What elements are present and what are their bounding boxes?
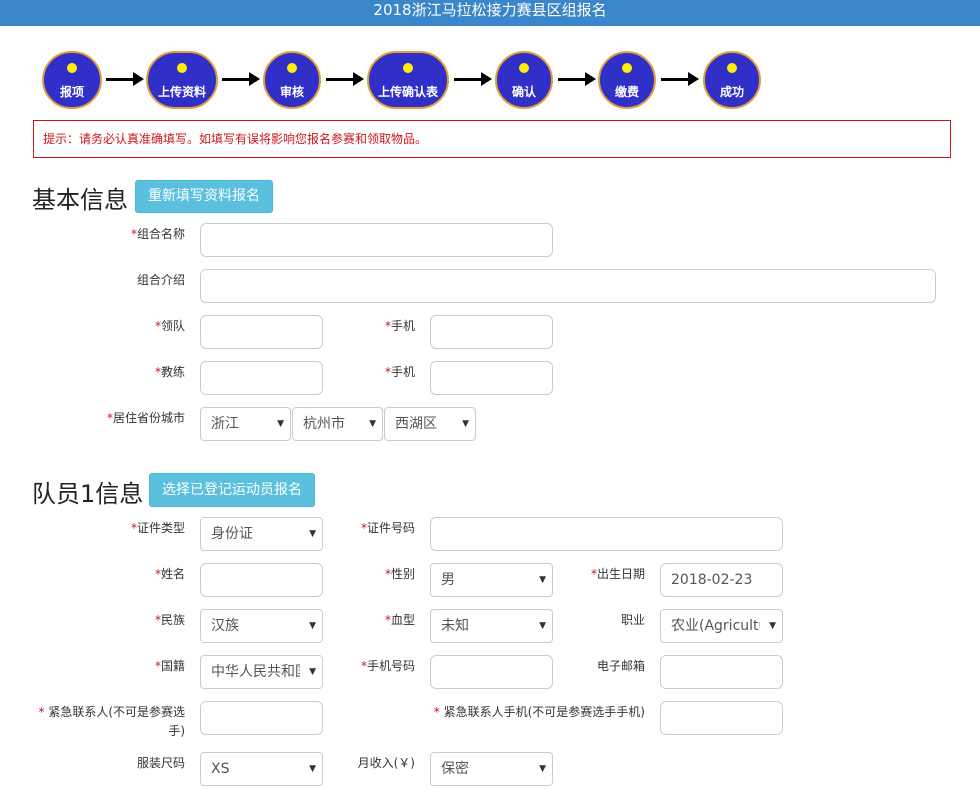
- mobile-input[interactable]: [430, 655, 553, 689]
- job-select[interactable]: 农业(Agriculture)▼: [660, 609, 783, 643]
- tip-box: 提示：请务必认真准确填写。如填写有误将影响您报名参赛和领取物品。: [33, 120, 951, 158]
- id-type-select[interactable]: 身份证 ▼: [200, 517, 323, 551]
- basic-info-title: 基本信息: [32, 186, 128, 214]
- page-title: 2018浙江马拉松接力赛县区组报名: [373, 1, 607, 19]
- step-dot-icon: [67, 63, 77, 73]
- province-select[interactable]: 浙江 ▼: [200, 407, 291, 441]
- member1-title: 队员1信息: [32, 480, 144, 508]
- ethnicity-select[interactable]: 汉族 ▼: [200, 609, 323, 643]
- coach-phone-label: *手机: [384, 365, 415, 379]
- leader-phone-label: *手机: [384, 319, 415, 333]
- mobile-label: *手机号码: [360, 659, 415, 673]
- arrow-right-icon: [326, 72, 364, 86]
- city-select[interactable]: 杭州市 ▼: [292, 407, 383, 441]
- income-select[interactable]: 保密 ▼: [430, 752, 553, 786]
- caret-down-icon: ▼: [369, 419, 376, 429]
- job-label: 职业: [620, 613, 645, 627]
- step-review: 审核: [263, 51, 321, 109]
- coach-phone-input[interactable]: [430, 361, 553, 395]
- leader-input[interactable]: [200, 315, 323, 349]
- emergency-phone-input[interactable]: [660, 701, 783, 735]
- step-confirm: 确认: [495, 51, 553, 109]
- residence-label: *居住省份城市: [106, 411, 185, 425]
- step-dot-icon: [622, 63, 632, 73]
- caret-down-icon: ▼: [309, 529, 316, 539]
- caret-down-icon: ▼: [309, 764, 316, 774]
- step-success: 成功: [703, 51, 761, 109]
- caret-down-icon: ▼: [462, 419, 469, 429]
- nationality-select[interactable]: 中华人民共和国 ▼: [200, 655, 323, 689]
- email-label: 电子邮箱: [596, 659, 645, 673]
- id-type-label: *证件类型: [130, 521, 185, 535]
- group-name-label: *组合名称: [130, 227, 185, 241]
- step-dot-icon: [287, 63, 297, 73]
- blood-select[interactable]: 未知 ▼: [430, 609, 553, 643]
- birth-label: *出生日期: [590, 567, 645, 581]
- leader-phone-input[interactable]: [430, 315, 553, 349]
- caret-down-icon: ▼: [769, 621, 776, 631]
- email-input[interactable]: [660, 655, 783, 689]
- coach-input[interactable]: [200, 361, 323, 395]
- step-dot-icon: [727, 63, 737, 73]
- size-select[interactable]: XS ▼: [200, 752, 323, 786]
- blood-label: *血型: [384, 613, 415, 627]
- select-athlete-button[interactable]: 选择已登记运动员报名: [149, 473, 315, 507]
- refill-button[interactable]: 重新填写资料报名: [135, 180, 273, 213]
- emergency-phone-label: * 紧急联系人手机(不可是参赛选手手机): [433, 705, 645, 719]
- caret-down-icon: ▼: [309, 667, 316, 677]
- caret-down-icon: ▼: [539, 764, 546, 774]
- id-number-input[interactable]: [430, 517, 783, 551]
- nationality-label: *国籍: [154, 659, 185, 673]
- caret-down-icon: ▼: [539, 575, 546, 585]
- gender-select[interactable]: 男 ▼: [430, 563, 553, 597]
- step-dot-icon: [403, 63, 413, 73]
- name-label: *姓名: [154, 567, 185, 581]
- group-name-input[interactable]: [200, 223, 553, 257]
- ethnicity-label: *民族: [154, 613, 185, 627]
- id-number-label: *证件号码: [360, 521, 415, 535]
- emergency-contact-input[interactable]: [200, 701, 323, 735]
- district-select[interactable]: 西湖区 ▼: [384, 407, 476, 441]
- coach-label: *教练: [154, 365, 185, 379]
- gender-label: *性别: [384, 567, 415, 581]
- step-payment: 缴费: [598, 51, 656, 109]
- page-title-bar: 2018浙江马拉松接力赛县区组报名: [0, 0, 980, 26]
- emergency-contact-label: * 紧急联系人(不可是参赛选手): [38, 705, 185, 738]
- step-upload-docs: 上传资料: [146, 51, 218, 109]
- caret-down-icon: ▼: [309, 621, 316, 631]
- arrow-right-icon: [661, 72, 699, 86]
- size-label: 服装尺码: [136, 756, 185, 770]
- arrow-right-icon: [454, 72, 492, 86]
- caret-down-icon: ▼: [539, 621, 546, 631]
- arrow-right-icon: [558, 72, 596, 86]
- leader-label: *领队: [154, 319, 185, 333]
- income-label: 月收入(￥): [357, 756, 415, 770]
- step-upload-confirm: 上传确认表: [367, 51, 449, 109]
- step-dot-icon: [519, 63, 529, 73]
- tip-text: 提示：请务必认真准确填写。如填写有误将影响您报名参赛和领取物品。: [43, 132, 428, 146]
- step-baoxiang: 报项: [42, 51, 102, 109]
- group-intro-input[interactable]: [200, 269, 936, 303]
- birth-date-input[interactable]: 2018-02-23: [660, 563, 783, 597]
- arrow-right-icon: [222, 72, 260, 86]
- step-dot-icon: [177, 63, 187, 73]
- name-input[interactable]: [200, 563, 323, 597]
- group-intro-label: 组合介绍: [136, 273, 185, 287]
- arrow-right-icon: [106, 72, 144, 86]
- caret-down-icon: ▼: [277, 419, 284, 429]
